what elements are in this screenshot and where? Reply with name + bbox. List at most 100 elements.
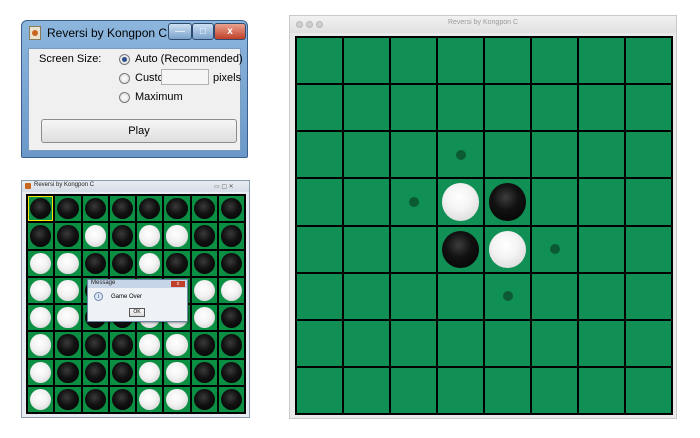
board-cell[interactable] xyxy=(484,225,531,273)
board-cell[interactable] xyxy=(437,272,484,320)
close-button[interactable]: x xyxy=(214,23,246,40)
board-cell[interactable] xyxy=(484,84,531,132)
board-cell[interactable] xyxy=(81,331,109,359)
board-cell[interactable] xyxy=(54,249,82,277)
board-cell[interactable] xyxy=(217,304,245,332)
board-cell[interactable] xyxy=(190,195,218,223)
board-cell[interactable] xyxy=(27,358,55,386)
board-cell[interactable] xyxy=(108,385,136,413)
board-cell[interactable] xyxy=(217,195,245,223)
board-cell[interactable] xyxy=(81,358,109,386)
board-cell[interactable] xyxy=(217,358,245,386)
board-cell[interactable] xyxy=(531,272,578,320)
board-cell[interactable] xyxy=(54,331,82,359)
board-cell[interactable] xyxy=(190,249,218,277)
board-cell[interactable] xyxy=(625,366,672,414)
maximize-button[interactable]: □ xyxy=(192,23,214,40)
board-cell[interactable] xyxy=(27,276,55,304)
board-cell[interactable] xyxy=(484,131,531,179)
board-cell[interactable] xyxy=(163,249,191,277)
board-cell[interactable] xyxy=(484,37,531,85)
board-cell[interactable] xyxy=(136,331,164,359)
board-cell[interactable] xyxy=(390,178,437,226)
board-cell[interactable] xyxy=(296,131,343,179)
message-close-button[interactable]: x xyxy=(171,281,185,287)
small-window-title-bar[interactable]: Reversi by Kongpon C ▭ ▢ ✕ xyxy=(22,181,249,192)
board-cell[interactable] xyxy=(190,358,218,386)
board-cell[interactable] xyxy=(81,249,109,277)
board-cell[interactable] xyxy=(296,319,343,367)
board-cell[interactable] xyxy=(163,222,191,250)
board-cell[interactable] xyxy=(625,84,672,132)
board-cell[interactable] xyxy=(343,37,390,85)
board-cell[interactable] xyxy=(343,366,390,414)
play-button[interactable]: Play xyxy=(41,119,237,143)
board-cell[interactable] xyxy=(531,131,578,179)
board-cell[interactable] xyxy=(217,385,245,413)
board-cell[interactable] xyxy=(625,272,672,320)
board-cell[interactable] xyxy=(625,225,672,273)
board-cell[interactable] xyxy=(531,178,578,226)
custom-size-input[interactable] xyxy=(161,69,209,85)
board-cell[interactable] xyxy=(54,276,82,304)
board-cell[interactable] xyxy=(136,249,164,277)
board-cell[interactable] xyxy=(484,319,531,367)
board-cell[interactable] xyxy=(390,366,437,414)
valid-move-hint[interactable] xyxy=(549,244,560,255)
board-cell[interactable] xyxy=(625,319,672,367)
ok-button[interactable]: OK xyxy=(129,308,145,317)
board-cell[interactable] xyxy=(437,319,484,367)
board-cell[interactable] xyxy=(343,84,390,132)
board-cell[interactable] xyxy=(108,195,136,223)
option-auto-label[interactable]: Auto (Recommended) xyxy=(135,53,243,65)
board-cell[interactable] xyxy=(190,331,218,359)
board-cell[interactable] xyxy=(27,222,55,250)
board-cell[interactable] xyxy=(484,178,531,226)
board-cell[interactable] xyxy=(390,131,437,179)
board-cell[interactable] xyxy=(578,319,625,367)
board-cell[interactable] xyxy=(54,385,82,413)
window-controls[interactable]: ▭ ▢ ✕ xyxy=(214,183,234,190)
board-cell[interactable] xyxy=(136,385,164,413)
board-cell[interactable] xyxy=(27,385,55,413)
board-cell[interactable] xyxy=(390,272,437,320)
board-cell[interactable] xyxy=(531,225,578,273)
board-cell[interactable] xyxy=(296,272,343,320)
board-cell[interactable] xyxy=(625,37,672,85)
board-cell[interactable] xyxy=(296,366,343,414)
board-cell[interactable] xyxy=(343,319,390,367)
valid-move-hint[interactable] xyxy=(455,149,466,160)
board-cell[interactable] xyxy=(484,272,531,320)
board-cell[interactable] xyxy=(437,178,484,226)
board-cell[interactable] xyxy=(27,304,55,332)
board-cell[interactable] xyxy=(437,84,484,132)
board-cell[interactable] xyxy=(136,358,164,386)
board-cell[interactable] xyxy=(625,178,672,226)
board-cell[interactable] xyxy=(578,272,625,320)
board-cell[interactable] xyxy=(108,222,136,250)
board-cell[interactable] xyxy=(190,385,218,413)
radio-custom[interactable] xyxy=(119,73,130,84)
board-cell[interactable] xyxy=(343,225,390,273)
radio-maximum[interactable] xyxy=(119,92,130,103)
minimize-button[interactable]: — xyxy=(168,23,192,40)
radio-auto[interactable] xyxy=(119,54,130,65)
board-cell[interactable] xyxy=(296,84,343,132)
board-cell[interactable] xyxy=(390,84,437,132)
board-cell[interactable] xyxy=(81,195,109,223)
option-maximum-label[interactable]: Maximum xyxy=(135,91,183,103)
valid-move-hint[interactable] xyxy=(502,291,513,302)
board-cell[interactable] xyxy=(343,272,390,320)
board-cell[interactable] xyxy=(217,222,245,250)
board-cell[interactable] xyxy=(531,84,578,132)
board-cell[interactable] xyxy=(81,385,109,413)
board-cell[interactable] xyxy=(190,276,218,304)
board-cell[interactable] xyxy=(296,178,343,226)
board-cell[interactable] xyxy=(190,222,218,250)
board-cell[interactable] xyxy=(531,366,578,414)
board-cell[interactable] xyxy=(54,304,82,332)
board-cell[interactable] xyxy=(136,195,164,223)
board-cell[interactable] xyxy=(163,195,191,223)
board-cell[interactable] xyxy=(578,84,625,132)
settings-title-bar[interactable]: Reversi by Kongpon C. — □ x xyxy=(22,21,247,47)
